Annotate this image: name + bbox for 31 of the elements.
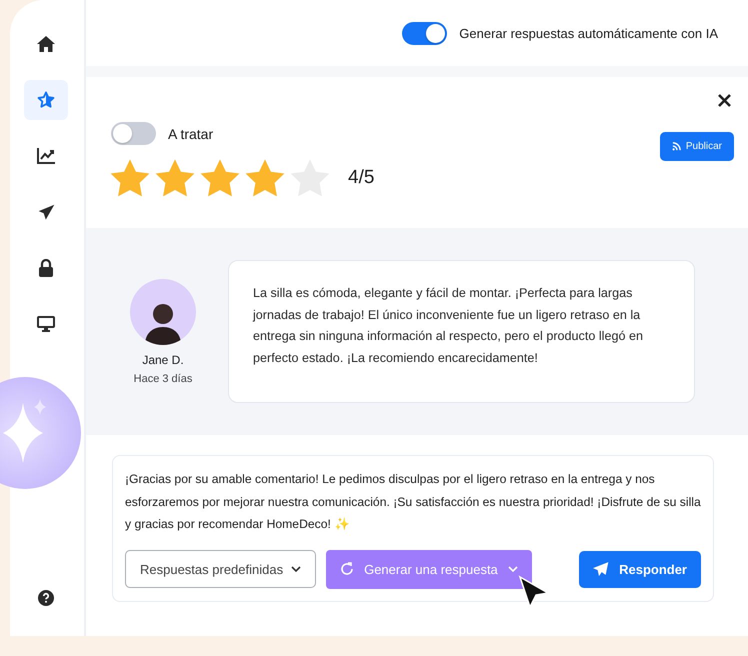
status-toggle[interactable]	[111, 122, 156, 145]
review-text: La silla es cómoda, elegante y fácil de montar. ¡Perfecta para largas jornadas de trabajo! El único inconveniente fue un ligero retraso en la entrega sin ninguna información al respecto, pero el producto llegó en perfecto estado. ¡La recomiendo encarecidamente!	[253, 285, 644, 367]
publish-button[interactable]: Publicar	[660, 132, 734, 161]
predefined-replies-dropdown[interactable]: Respuestas predefinidas	[125, 550, 316, 588]
help-icon	[38, 590, 54, 606]
author-name: Jane D.	[142, 352, 184, 366]
star-icon	[37, 91, 55, 109]
chevron-down-icon	[508, 566, 518, 572]
chevron-down-icon	[291, 566, 302, 572]
auto-reply-label: Generar respuestas automáticamente con IA	[459, 26, 718, 40]
rss-icon	[672, 142, 681, 151]
monitor-icon	[37, 316, 55, 332]
auto-reply-toggle[interactable]	[402, 22, 448, 44]
review-time: Hace 3 días	[134, 372, 192, 384]
star-icon	[155, 159, 195, 197]
reply-text: ¡Gracias por su amable comentario! Le pedimos disculpas por el ligero retraso en la entrega y nos esforzaremos por mejorar nuestra comunicación. ¡Su satisfacción es nuestra prioridad! ¡Disfrute de su silla y gracias por recomendar HomeDeco! ✨	[125, 471, 701, 533]
status-label: A tratar	[168, 126, 214, 142]
chart-icon	[37, 148, 55, 164]
home-icon	[37, 36, 55, 52]
star-icon	[110, 159, 150, 197]
star-icon	[245, 159, 285, 197]
lock-icon	[38, 259, 54, 277]
paper-plane-icon	[38, 204, 54, 220]
close-icon[interactable]	[718, 94, 731, 107]
rating-value: 4/5	[348, 167, 374, 189]
refresh-icon	[340, 562, 354, 576]
star-icon	[200, 159, 240, 197]
generate-reply-button[interactable]: Generar una respuesta	[326, 550, 532, 588]
paper-plane-icon	[593, 562, 610, 576]
send-reply-button[interactable]: Responder	[579, 550, 701, 588]
nav-star-item[interactable]	[24, 80, 68, 120]
